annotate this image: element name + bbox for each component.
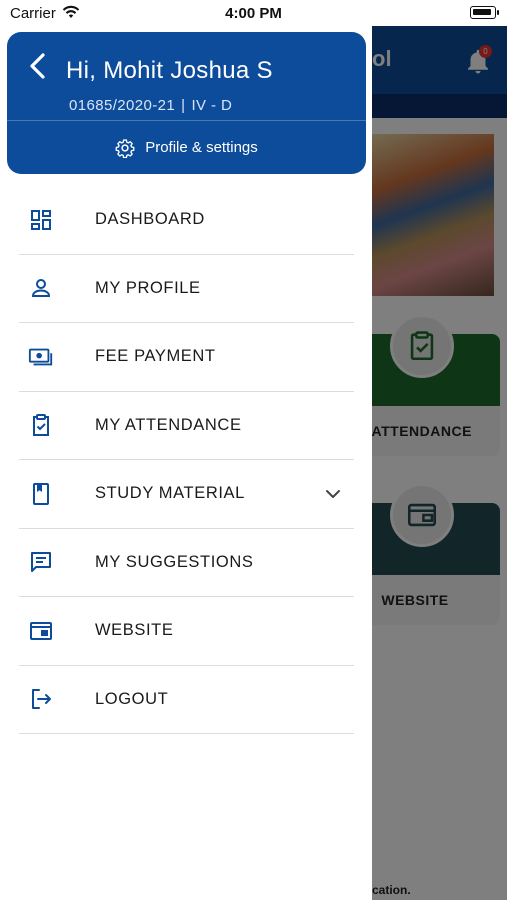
menu-label: WEBSITE [95, 621, 174, 640]
menu-label: LOGOUT [95, 689, 169, 708]
menu-item-study-material[interactable]: STUDY MATERIAL [19, 460, 354, 529]
drawer-header: Hi, Mohit Joshua S 01685/2020-21 | IV - D … [7, 32, 366, 174]
payment-icon [28, 344, 54, 370]
menu-item-dashboard[interactable]: DASHBOARD [19, 186, 354, 255]
profile-settings-button[interactable]: Profile & settings [7, 121, 366, 174]
person-icon [28, 275, 54, 301]
battery-tip [497, 10, 499, 15]
menu-label: DASHBOARD [95, 210, 205, 229]
class-section: IV - D [191, 97, 233, 114]
menu-label: MY SUGGESTIONS [95, 552, 254, 571]
chevron-left-icon [30, 53, 45, 79]
meta-separator: | [181, 97, 186, 114]
student-meta: 01685/2020-21 | IV - D [69, 97, 232, 114]
menu-item-fee-payment[interactable]: FEE PAYMENT [19, 323, 354, 392]
gear-icon [115, 138, 135, 158]
menu-item-website[interactable]: WEBSITE [19, 597, 354, 666]
menu-label: FEE PAYMENT [95, 347, 216, 366]
greeting-text: Hi, Mohit Joshua S [66, 57, 273, 84]
menu-label: MY ATTENDANCE [95, 415, 242, 434]
book-icon [28, 481, 54, 507]
logout-icon [28, 686, 54, 712]
clipboard-check-icon [28, 412, 54, 438]
chat-icon [28, 549, 54, 575]
clock: 4:00 PM [225, 5, 282, 22]
status-bar: Carrier 4:00 PM [0, 0, 507, 26]
menu-label: STUDY MATERIAL [95, 484, 245, 503]
menu-item-my-suggestions[interactable]: MY SUGGESTIONS [19, 529, 354, 597]
admission-number: 01685/2020-21 [69, 97, 176, 114]
back-button[interactable] [23, 48, 53, 84]
battery-icon [470, 6, 496, 19]
web-icon [28, 618, 54, 644]
profile-settings-label: Profile & settings [145, 139, 258, 156]
dashboard-icon [28, 207, 54, 233]
menu-item-my-attendance[interactable]: MY ATTENDANCE [19, 392, 354, 460]
menu-item-my-profile[interactable]: MY PROFILE [19, 255, 354, 323]
chevron-down-icon[interactable] [324, 485, 342, 503]
menu-label: MY PROFILE [95, 278, 201, 297]
menu-item-logout[interactable]: LOGOUT [19, 666, 354, 734]
navigation-drawer: Hi, Mohit Joshua S 01685/2020-21 | IV - D … [0, 26, 372, 900]
drawer-menu: DASHBOARD MY PROFILE FEE PAYMENT MY ATTE… [19, 186, 354, 734]
